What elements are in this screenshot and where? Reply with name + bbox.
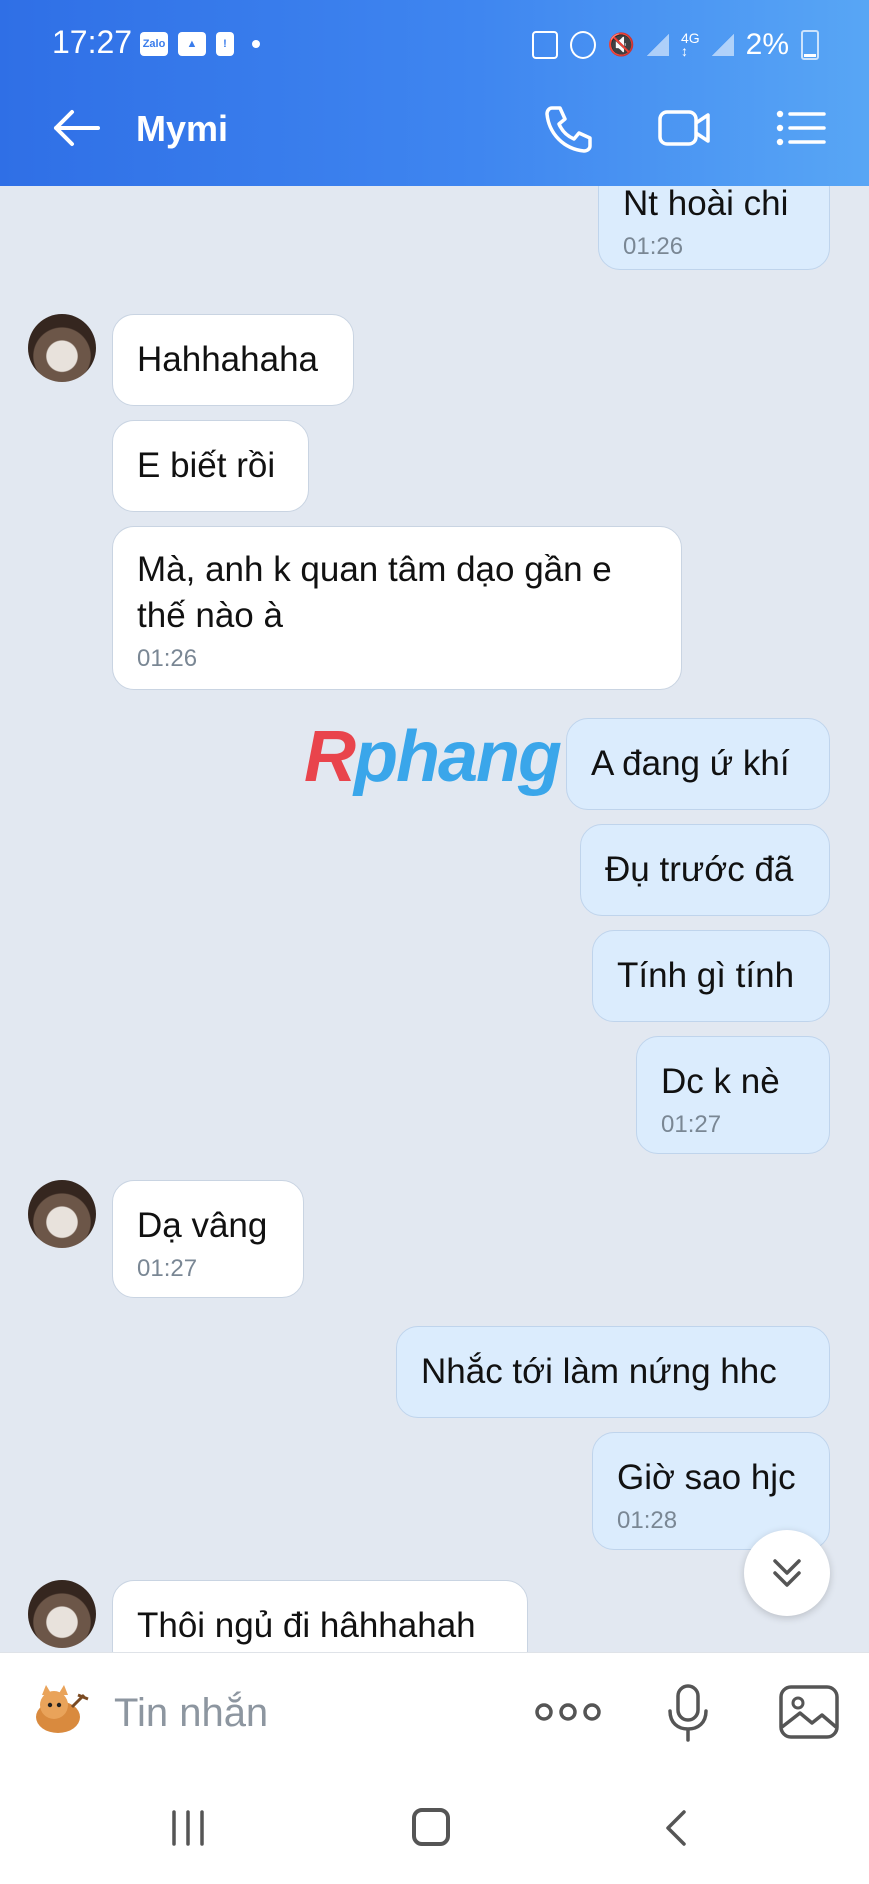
gallery-icon: ▲ bbox=[178, 32, 206, 56]
message-bubble-received[interactable]: Thôi ngủ đi hâhhahah bbox=[112, 1580, 528, 1652]
avatar[interactable] bbox=[28, 1180, 96, 1248]
zalo-icon: Zalo bbox=[140, 32, 168, 56]
avatar[interactable] bbox=[28, 314, 96, 382]
alarm-icon bbox=[569, 31, 596, 59]
phone-icon[interactable] bbox=[540, 102, 596, 154]
system-nav-bar bbox=[0, 1770, 869, 1884]
system-status: 🔇 4G ↕ 2% bbox=[531, 28, 819, 62]
home-icon[interactable] bbox=[412, 1808, 450, 1846]
back-arrow-icon[interactable] bbox=[50, 104, 102, 152]
back-icon[interactable] bbox=[662, 1808, 688, 1848]
message-bubble-received[interactable]: Dạ vâng 01:27 bbox=[112, 1180, 304, 1298]
status-time: 17:27 bbox=[52, 24, 133, 60]
message-bubble-sent[interactable]: Tính gì tính bbox=[592, 930, 830, 1022]
signal-icon bbox=[646, 34, 669, 56]
message-bubble-sent[interactable]: A đang ứ khí bbox=[566, 718, 830, 810]
menu-list-icon[interactable] bbox=[772, 102, 828, 154]
double-chevron-down-icon bbox=[773, 1559, 801, 1587]
message-bubble-sent[interactable]: Đụ trước đã bbox=[580, 824, 830, 916]
recent-apps-icon[interactable] bbox=[168, 1810, 208, 1846]
more-icon[interactable] bbox=[534, 1697, 602, 1727]
battery-icon bbox=[801, 30, 819, 60]
contact-name[interactable]: Mymi bbox=[136, 108, 228, 150]
message-bubble-sent[interactable]: Nhắc tới làm nứng hhc bbox=[396, 1326, 830, 1418]
message-bubble-sent[interactable]: Nt hoài chi 01:26 bbox=[598, 186, 830, 270]
message-list[interactable]: Nt hoài chi 01:26 Hahhahaha E biết rồi M… bbox=[0, 186, 869, 1652]
nfc-icon bbox=[531, 31, 558, 59]
message-input[interactable] bbox=[112, 1683, 516, 1743]
dot-icon bbox=[252, 40, 260, 48]
message-bubble-received[interactable]: Hahhahaha bbox=[112, 314, 354, 406]
image-icon[interactable] bbox=[778, 1683, 840, 1741]
message-bubble-received[interactable]: E biết rồi bbox=[112, 420, 309, 512]
status-bar: 17:27 Zalo ▲ ! 🔇 4G ↕ 2% bbox=[0, 0, 869, 70]
sticker-icon[interactable] bbox=[28, 1681, 92, 1741]
mute-icon: 🔇 bbox=[607, 32, 635, 57]
alert-icon: ! bbox=[216, 32, 234, 56]
video-icon[interactable] bbox=[656, 102, 712, 154]
notification-icons: Zalo ▲ ! bbox=[140, 32, 260, 56]
watermark: Rphang bbox=[304, 717, 562, 797]
avatar[interactable] bbox=[28, 1580, 96, 1648]
signal-icon bbox=[711, 34, 734, 56]
chat-header: Mymi bbox=[0, 70, 869, 186]
message-bubble-sent[interactable]: Dc k nè 01:27 bbox=[636, 1036, 830, 1154]
message-composer bbox=[0, 1652, 869, 1771]
scroll-to-bottom-button[interactable] bbox=[744, 1530, 830, 1616]
mic-icon[interactable] bbox=[666, 1683, 710, 1743]
battery-percent: 2% bbox=[745, 28, 789, 61]
message-bubble-received[interactable]: Mà, anh k quan tâm dạo gần e thế nào à 0… bbox=[112, 526, 682, 690]
4g-icon: 4G ↕ bbox=[680, 30, 700, 59]
